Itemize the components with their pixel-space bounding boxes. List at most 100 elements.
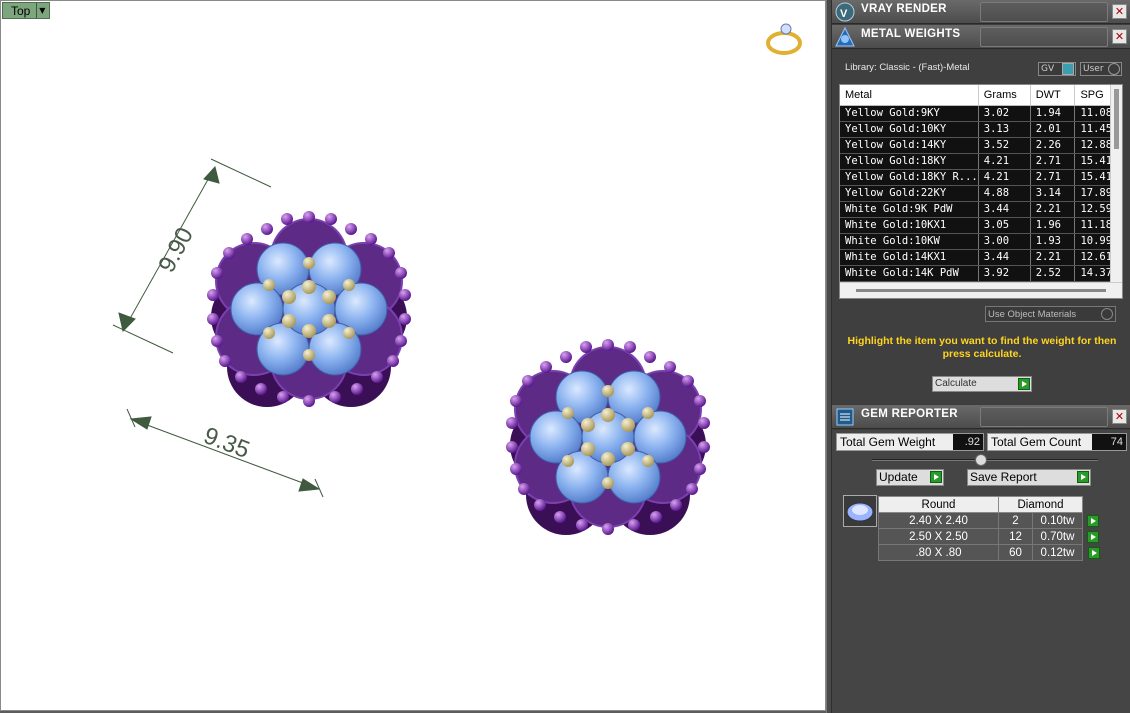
- table-row[interactable]: Yellow Gold:9KY 3.02 1.94 11.08: [840, 105, 1122, 122]
- total-gem-count-label: Total Gem Count: [991, 435, 1082, 449]
- library-label: Library: Classic - (Fast)-Metal: [845, 62, 970, 73]
- chevron-down-icon[interactable]: ▼: [36, 3, 47, 18]
- table-row[interactable]: White Gold:14KX1 3.44 2.21 12.61: [840, 249, 1122, 266]
- save-report-label: Save Report: [970, 470, 1037, 484]
- save-report-button[interactable]: Save Report: [967, 469, 1091, 486]
- gem-cell: 2.40 X 2.40: [878, 512, 999, 529]
- user-toggle[interactable]: User: [1080, 62, 1122, 76]
- total-gem-weight-field: Total Gem Weight .92: [836, 433, 984, 451]
- earring-left: [206, 210, 412, 408]
- total-gem-count-field: Total Gem Count 74: [987, 433, 1127, 451]
- table-cell: 1.96: [1030, 217, 1076, 234]
- table-row[interactable]: Yellow Gold:18KY R... 4.21 2.71 15.41: [840, 169, 1122, 186]
- panel-grip[interactable]: [980, 26, 1108, 47]
- table-cell: 2.21: [1030, 201, 1076, 218]
- vray-icon: V: [832, 0, 858, 24]
- table-header-row: Metal Grams DWT SPG: [840, 85, 1122, 106]
- table-row[interactable]: Yellow Gold:22KY 4.88 3.14 17.89: [840, 185, 1122, 202]
- gem-material-header: Diamond: [998, 496, 1083, 513]
- earring-right: [505, 338, 711, 536]
- table-row[interactable]: Yellow Gold:18KY 4.21 2.71 15.41: [840, 153, 1122, 170]
- svg-text:V: V: [840, 8, 848, 20]
- table-row[interactable]: Yellow Gold:14KY 3.52 2.26 12.88: [840, 137, 1122, 154]
- gem-cell: 12: [998, 528, 1033, 545]
- gem-cell: 2.50 X 2.50: [878, 528, 999, 545]
- table-cell: 3.92: [978, 265, 1031, 282]
- table-cell: White Gold:14K PdW: [840, 265, 979, 282]
- close-icon[interactable]: ✕: [1112, 29, 1127, 44]
- table-row[interactable]: White Gold:9K PdW 3.44 2.21 12.59: [840, 201, 1122, 218]
- round-gem-thumbnail[interactable]: [843, 495, 877, 527]
- gem-table-header: Round Diamond: [878, 496, 1103, 513]
- gem-row[interactable]: 2.50 X 2.50 12 0.70tw: [878, 528, 1103, 545]
- ring-gumball-icon: [766, 23, 802, 55]
- gem-row[interactable]: .80 X .80 60 0.12tw: [878, 544, 1103, 561]
- vertical-scrollbar[interactable]: [1110, 85, 1122, 283]
- table-cell: 4.88: [978, 185, 1031, 202]
- select-gem-button[interactable]: [1083, 529, 1103, 545]
- table-cell: 2.71: [1030, 153, 1076, 170]
- select-gem-button[interactable]: [1083, 545, 1103, 561]
- horizontal-scrollbar[interactable]: [840, 282, 1122, 298]
- gv-toggle[interactable]: GV: [1038, 62, 1076, 76]
- table-cell: White Gold:9K PdW: [840, 201, 979, 218]
- table-cell: 3.02: [978, 105, 1031, 122]
- close-icon[interactable]: ✕: [1112, 409, 1127, 424]
- use-object-materials-label: Use Object Materials: [988, 308, 1077, 320]
- table-cell: 1.93: [1030, 233, 1076, 250]
- gem-shape-header: Round: [878, 496, 999, 513]
- column-header[interactable]: Metal: [840, 85, 979, 106]
- radio-icon: [1101, 308, 1113, 320]
- panel-grip[interactable]: [980, 406, 1108, 427]
- panel-grip[interactable]: [980, 1, 1108, 22]
- right-panel: V VRAY RENDER ✕ METAL WEIGHTS ✕ Library:…: [832, 0, 1130, 713]
- table-cell: Yellow Gold:18KY: [840, 153, 979, 170]
- table-cell: Yellow Gold:22KY: [840, 185, 979, 202]
- total-gem-weight-value: .92: [953, 434, 983, 450]
- gem-cell: 0.10tw: [1032, 512, 1083, 529]
- dimension-label-height: 9.90: [153, 223, 199, 277]
- gem-reporter-header[interactable]: GEM REPORTER ✕: [832, 405, 1130, 429]
- table-cell: 2.26: [1030, 137, 1076, 154]
- vray-render-header[interactable]: V VRAY RENDER ✕: [832, 0, 1130, 24]
- gem-cell: .80 X .80: [878, 544, 999, 561]
- dimension-label-width: 9.35: [200, 422, 253, 464]
- metal-weights-header[interactable]: METAL WEIGHTS ✕: [832, 25, 1130, 49]
- table-row[interactable]: White Gold:10KX1 3.05 1.96 11.18: [840, 217, 1122, 234]
- total-gem-count-value: 74: [1092, 434, 1126, 450]
- play-icon: [930, 471, 942, 483]
- gem-row[interactable]: 2.40 X 2.40 2 0.10tw: [878, 512, 1103, 529]
- table-cell: 4.21: [978, 169, 1031, 186]
- select-gem-button[interactable]: [1083, 513, 1103, 529]
- slider-handle[interactable]: [975, 454, 987, 466]
- scene-canvas[interactable]: 9.90 9.35: [1, 1, 827, 712]
- column-header[interactable]: Grams: [978, 85, 1031, 106]
- table-cell: 3.13: [978, 121, 1031, 138]
- column-header[interactable]: DWT: [1030, 85, 1076, 106]
- gv-label: GV: [1041, 64, 1055, 74]
- table-cell: Yellow Gold:9KY: [840, 105, 979, 122]
- total-gem-weight-label: Total Gem Weight: [840, 435, 936, 449]
- update-button[interactable]: Update: [876, 469, 944, 486]
- gv-check-icon: [1062, 63, 1074, 75]
- viewport-top[interactable]: 9.90 9.35 Top ▼: [0, 0, 826, 711]
- use-object-materials-toggle[interactable]: Use Object Materials: [985, 306, 1116, 322]
- table-cell: Yellow Gold:18KY R...: [840, 169, 979, 186]
- table-cell: Yellow Gold:14KY: [840, 137, 979, 154]
- metal-table[interactable]: Metal Grams DWT SPG Yellow Gold:9KY 3.02 1…: [839, 84, 1123, 299]
- viewport-label[interactable]: Top ▼: [2, 2, 50, 19]
- gem-cell: 0.12tw: [1032, 544, 1083, 561]
- close-icon[interactable]: ✕: [1112, 4, 1127, 19]
- table-cell: 3.05: [978, 217, 1031, 234]
- table-cell: 3.52: [978, 137, 1031, 154]
- table-cell: 1.94: [1030, 105, 1076, 122]
- table-row[interactable]: White Gold:10KW 3.00 1.93 10.99: [840, 233, 1122, 250]
- metal-weights-icon: [832, 25, 858, 49]
- play-icon: [1077, 471, 1089, 483]
- table-row[interactable]: White Gold:14K PdW 3.92 2.52 14.37: [840, 265, 1122, 282]
- calculate-button[interactable]: Calculate: [932, 376, 1032, 392]
- viewport-name: Top: [11, 3, 31, 18]
- table-row[interactable]: Yellow Gold:10KY 3.13 2.01 11.45: [840, 121, 1122, 138]
- table-cell: 3.44: [978, 201, 1031, 218]
- metal-weights-title: METAL WEIGHTS: [861, 27, 961, 40]
